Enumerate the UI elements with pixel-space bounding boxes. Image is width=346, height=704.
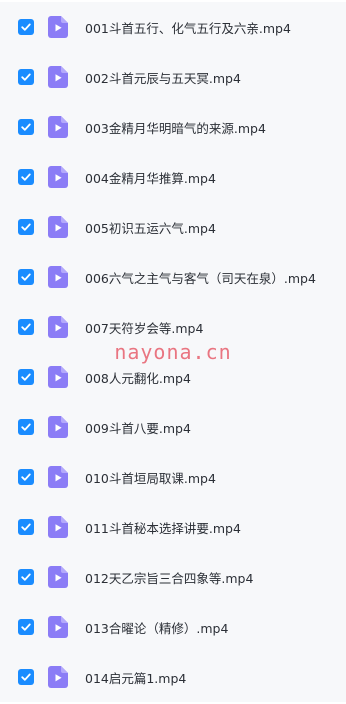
checkmark-icon (21, 173, 31, 181)
checkmark-icon (21, 473, 31, 481)
checkbox[interactable] (18, 419, 34, 435)
file-row[interactable]: 001斗首五行、化气五行及六亲.mp4 (0, 2, 346, 52)
file-row[interactable]: 010斗首垣局取课.mp4 (0, 452, 346, 502)
checkmark-icon (21, 323, 31, 331)
file-row[interactable]: 012天乙宗旨三合四象等.mp4 (0, 552, 346, 602)
video-file-icon (48, 116, 68, 138)
video-file-icon (48, 566, 68, 588)
file-row[interactable]: 005初识五运六气.mp4 (0, 202, 346, 252)
checkmark-icon (21, 123, 31, 131)
video-file-icon (48, 316, 68, 338)
checkmark-icon (21, 223, 31, 231)
file-name: 011斗首秘本选择讲要.mp4 (85, 520, 241, 536)
checkmark-icon (21, 623, 31, 631)
file-name: 003金精月华明暗气的来源.mp4 (85, 120, 266, 136)
file-name: 010斗首垣局取课.mp4 (85, 470, 216, 486)
checkbox[interactable] (18, 569, 34, 585)
file-name: 001斗首五行、化气五行及六亲.mp4 (85, 20, 291, 36)
checkmark-icon (21, 523, 31, 531)
file-row[interactable]: 002斗首元辰与五天冥.mp4 (0, 52, 346, 102)
file-name: 002斗首元辰与五天冥.mp4 (85, 70, 241, 86)
checkbox[interactable] (18, 269, 34, 285)
file-list: 001斗首五行、化气五行及六亲.mp4 002斗首元辰与五天冥.mp4 003金精月… (0, 0, 346, 704)
file-name: 013合曜论（精修）.mp4 (85, 620, 229, 636)
checkmark-icon (21, 423, 31, 431)
file-name: 005初识五运六气.mp4 (85, 220, 216, 236)
video-file-icon (48, 216, 68, 238)
file-row[interactable]: 013合曜论（精修）.mp4 (0, 602, 346, 652)
checkmark-icon (21, 373, 31, 381)
file-name: 008人元翻化.mp4 (85, 370, 191, 386)
file-row[interactable]: 003金精月华明暗气的来源.mp4 (0, 102, 346, 152)
file-name: 012天乙宗旨三合四象等.mp4 (85, 570, 254, 586)
checkbox[interactable] (18, 369, 34, 385)
checkbox[interactable] (18, 519, 34, 535)
video-file-icon (48, 16, 68, 38)
checkbox[interactable] (18, 669, 34, 685)
video-file-icon (48, 466, 68, 488)
video-file-icon (48, 366, 68, 388)
video-file-icon (48, 66, 68, 88)
file-row[interactable]: 014启元篇1.mp4 (0, 652, 346, 702)
video-file-icon (48, 416, 68, 438)
checkmark-icon (21, 673, 31, 681)
video-file-icon (48, 666, 68, 688)
file-name: 004金精月华推算.mp4 (85, 170, 216, 186)
checkmark-icon (21, 23, 31, 31)
file-row[interactable]: 006六气之主气与客气（司天在泉）.mp4 (0, 252, 346, 302)
file-row[interactable]: 004金精月华推算.mp4 (0, 152, 346, 202)
file-row[interactable]: 011斗首秘本选择讲要.mp4 (0, 502, 346, 552)
checkbox[interactable] (18, 69, 34, 85)
checkbox[interactable] (18, 219, 34, 235)
checkmark-icon (21, 573, 31, 581)
checkbox[interactable] (18, 119, 34, 135)
checkmark-icon (21, 73, 31, 81)
file-name: 014启元篇1.mp4 (85, 670, 187, 686)
checkbox[interactable] (18, 169, 34, 185)
checkbox[interactable] (18, 469, 34, 485)
video-file-icon (48, 166, 68, 188)
video-file-icon (48, 266, 68, 288)
file-row[interactable]: 008人元翻化.mp4 (0, 352, 346, 402)
checkbox[interactable] (18, 19, 34, 35)
checkbox[interactable] (18, 619, 34, 635)
checkmark-icon (21, 273, 31, 281)
file-name: 009斗首八要.mp4 (85, 420, 191, 436)
file-name: 007天符岁会等.mp4 (85, 320, 204, 336)
file-row[interactable]: 007天符岁会等.mp4 (0, 302, 346, 352)
checkbox[interactable] (18, 319, 34, 335)
video-file-icon (48, 516, 68, 538)
file-name: 006六气之主气与客气（司天在泉）.mp4 (85, 270, 316, 286)
video-file-icon (48, 616, 68, 638)
file-row[interactable]: 009斗首八要.mp4 (0, 402, 346, 452)
